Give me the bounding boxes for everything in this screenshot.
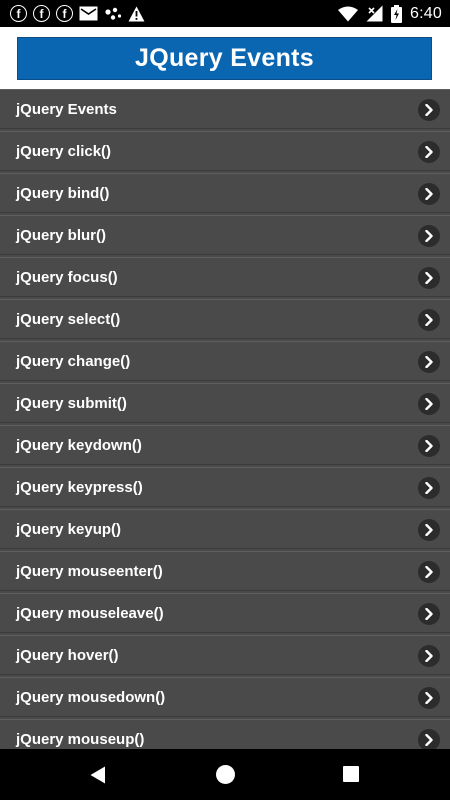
list-item[interactable]: jQuery keyup() [0,509,450,549]
chevron-right-icon [418,687,440,709]
facebook-glyph: f [16,6,21,21]
facebook-glyph: f [39,6,44,21]
battery-icon [391,4,403,23]
navigation-bar [0,749,450,800]
list-item[interactable]: jQuery mousedown() [0,677,450,717]
list-item-label: jQuery keypress() [16,478,143,496]
list-item-label: jQuery submit() [16,394,127,412]
list-item-label: jQuery keydown() [16,436,142,454]
list-item[interactable]: jQuery click() [0,131,450,171]
chevron-right-icon [418,435,440,457]
list-item[interactable]: jQuery keydown() [0,425,450,465]
chevron-right-icon [418,99,440,121]
notification-icons: f f f [10,4,145,23]
list-item-label: jQuery bind() [16,184,110,202]
chevron-right-icon [418,351,440,373]
list-item-label: jQuery mouseenter() [16,562,163,580]
list-item[interactable]: jQuery bind() [0,173,450,213]
back-icon[interactable] [90,766,106,784]
chevron-right-icon [418,645,440,667]
list-item[interactable]: jQuery focus() [0,257,450,297]
chevron-right-icon [418,225,440,247]
list-item-label: jQuery click() [16,142,112,160]
list-item-label: jQuery mouseup() [16,730,145,748]
clock: 6:40 [410,4,442,22]
list-item[interactable]: jQuery select() [0,299,450,339]
facebook-icon: f [10,5,27,22]
list-item-label: jQuery keyup() [16,520,122,538]
dots-icon [105,7,122,20]
facebook-glyph: f [62,6,67,21]
chevron-right-icon [418,519,440,541]
chevron-right-icon [418,729,440,749]
list-item-label: jQuery focus() [16,268,118,286]
header: JQuery Events [0,27,450,89]
mail-icon [79,6,98,21]
chevron-right-icon [418,183,440,205]
list-item[interactable]: jQuery mouseenter() [0,551,450,591]
chevron-right-icon [418,309,440,331]
facebook-icon: f [56,5,73,22]
list-item[interactable]: jQuery hover() [0,635,450,675]
list-item-label: jQuery mousedown() [16,688,166,706]
warning-icon [128,6,145,21]
chevron-right-icon [418,561,440,583]
list-item[interactable]: jQuery submit() [0,383,450,423]
chevron-right-icon [418,603,440,625]
facebook-icon: f [33,5,50,22]
list-item[interactable]: jQuery Events [0,89,450,129]
list-item-label: jQuery mouseleave() [16,604,164,622]
list-item[interactable]: jQuery blur() [0,215,450,255]
system-icons: 6:40 [338,4,442,23]
chevron-right-icon [418,477,440,499]
signal-icon [366,5,383,22]
list-item-label: jQuery hover() [16,646,119,664]
wifi-icon [338,6,359,21]
list-item[interactable]: jQuery keypress() [0,467,450,507]
chevron-right-icon [418,141,440,163]
page-title: JQuery Events [17,37,432,80]
list-item[interactable]: jQuery mouseup() [0,719,450,749]
home-icon[interactable] [216,765,235,784]
list-item-label: jQuery select() [16,310,121,328]
list-item-label: jQuery Events [16,100,117,118]
list-item-label: jQuery change() [16,352,131,370]
list-item-label: jQuery blur() [16,226,107,244]
recent-apps-icon[interactable] [343,766,359,782]
chevron-right-icon [418,393,440,415]
chevron-right-icon [418,267,440,289]
status-bar: f f f 6:40 [0,0,450,27]
list-item[interactable]: jQuery change() [0,341,450,381]
list-item[interactable]: jQuery mouseleave() [0,593,450,633]
event-list: jQuery Events jQuery click() jQuery bind()… [0,89,450,749]
